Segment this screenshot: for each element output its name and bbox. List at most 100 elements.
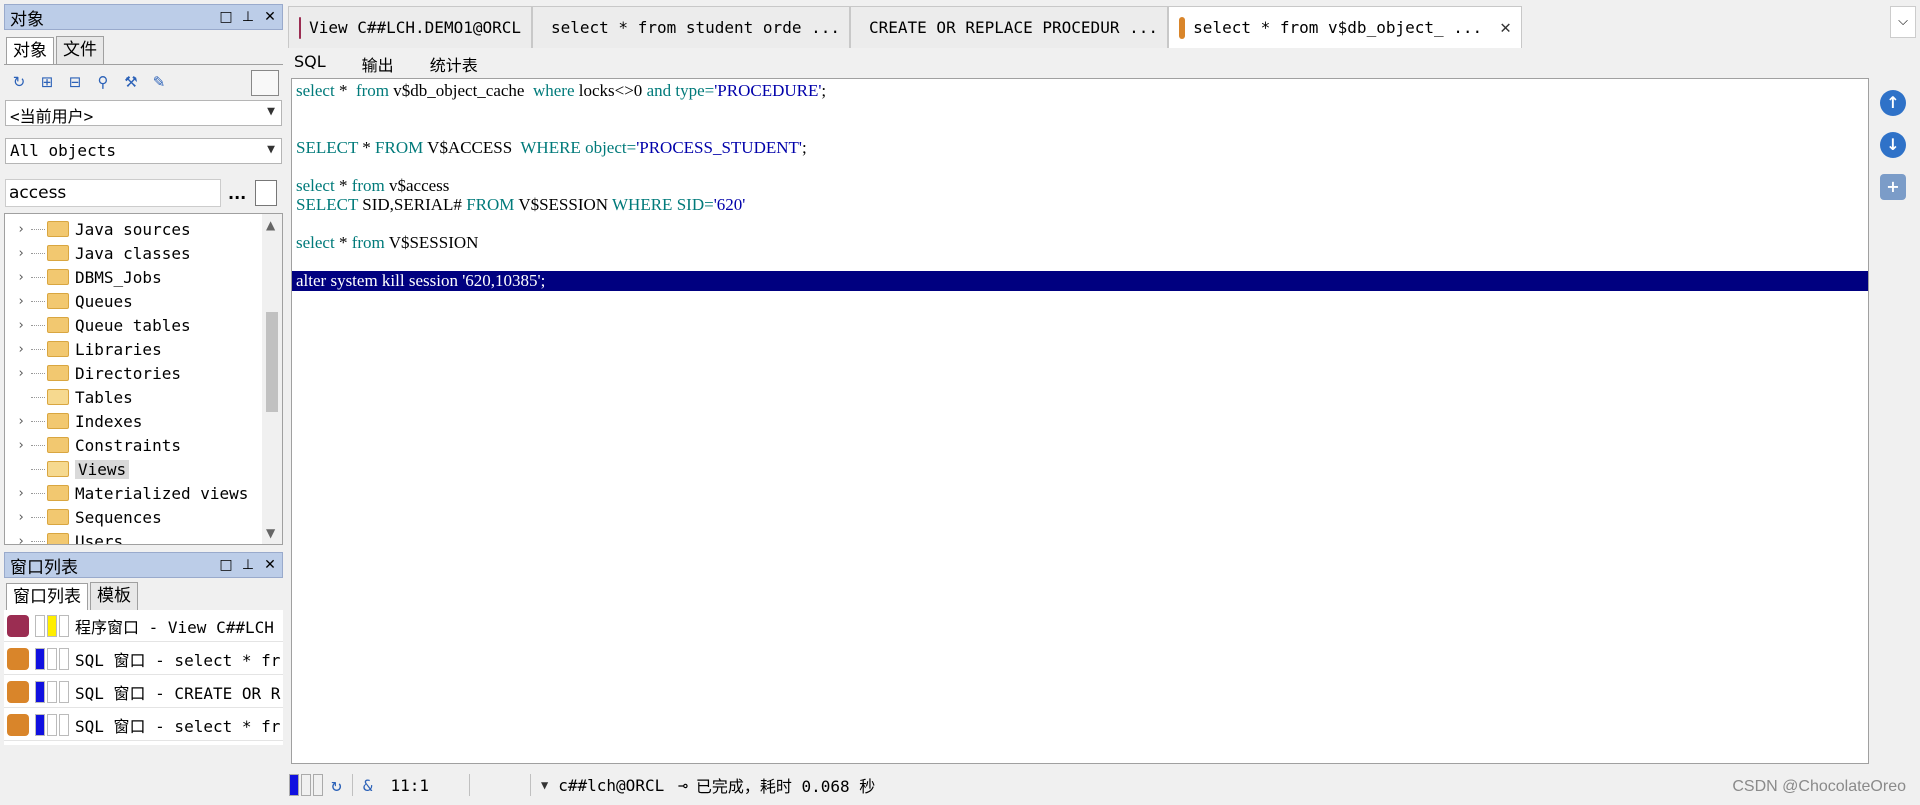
folder-icon <box>47 437 69 453</box>
tree-scrollbar[interactable]: ▲ ▼ <box>262 214 282 544</box>
toolbar-toggle-button[interactable] <box>251 70 279 96</box>
view-icon <box>299 16 302 39</box>
chevron-right-icon[interactable]: › <box>11 270 31 285</box>
tab-window-list[interactable]: 窗口列表 <box>6 583 88 611</box>
subtab-statistics[interactable]: 统计表 <box>426 50 482 76</box>
chevron-right-icon[interactable]: › <box>11 534 31 545</box>
tree-item[interactable]: › Sequences <box>5 505 162 529</box>
tree-item[interactable]: › DBMS_Jobs <box>5 265 162 289</box>
folder-icon <box>47 365 69 381</box>
tree-connector <box>31 300 45 302</box>
close-icon[interactable]: ✕ <box>261 8 279 26</box>
window-list-row[interactable]: SQL 窗口 - select * fr <box>4 643 283 675</box>
status-message: 已完成，耗时 0.068 秒 <box>695 777 876 796</box>
chevron-right-icon[interactable]: › <box>11 486 31 501</box>
tree-item[interactable]: › Indexes <box>5 409 142 433</box>
tree-item[interactable]: › Directories <box>5 361 181 385</box>
chevron-down-icon[interactable]: ▼ <box>541 778 548 792</box>
window-list-row[interactable]: 程序窗口 - View C##LCH <box>4 610 283 642</box>
tree-item[interactable]: › Materialized views <box>5 481 248 505</box>
find-icon[interactable]: ⚲ <box>92 71 114 93</box>
chevron-right-icon[interactable]: › <box>11 510 31 525</box>
editor-tab[interactable]: View C##LCH.DEMO1@ORCL <box>288 6 532 48</box>
plug-icon: ⊸ <box>678 775 688 795</box>
selected-code-line: alter system kill session '620,10385'; <box>292 271 1868 291</box>
chevron-right-icon[interactable]: › <box>11 366 31 381</box>
separator <box>469 774 471 796</box>
object-search-input[interactable]: access <box>5 179 221 207</box>
color-swatch <box>59 614 69 637</box>
object-type-select[interactable]: All objects ▼ <box>5 138 282 164</box>
subtab-output[interactable]: 输出 <box>358 50 398 76</box>
tree-item[interactable]: › Java sources <box>5 217 191 241</box>
subtab-sql[interactable]: SQL <box>290 50 330 76</box>
tree-item[interactable]: › Queue tables <box>5 313 191 337</box>
status-block <box>301 774 311 796</box>
tree-item[interactable]: › Libraries <box>5 337 162 361</box>
expand-all-icon[interactable]: ⊞ <box>36 71 58 93</box>
maximize-icon[interactable]: □ <box>217 8 235 26</box>
maximize-icon[interactable]: □ <box>217 556 235 574</box>
tab-list-dropdown[interactable]: ⌵ <box>1890 6 1916 38</box>
database-icon[interactable]: + <box>1880 174 1906 200</box>
window-list-row-label: SQL 窗口 - CREATE OR R <box>75 683 281 703</box>
tree-item[interactable]: Tables <box>5 385 133 409</box>
folder-icon <box>47 317 69 333</box>
editor-tab[interactable]: select * from student orde ... <box>532 6 850 48</box>
tree-connector <box>31 276 45 278</box>
arrow-down-icon[interactable]: ↓ <box>1880 132 1906 158</box>
tree-connector <box>31 516 45 518</box>
cursor-position: 11:1 <box>390 775 430 795</box>
tree-item[interactable]: Views <box>5 457 130 481</box>
sql-window-icon <box>7 713 29 736</box>
tree-item-label: Indexes <box>75 411 143 431</box>
scroll-down-icon[interactable]: ▼ <box>266 526 275 540</box>
window-list-row[interactable]: SQL 窗口 - CREATE OR R <box>4 676 283 708</box>
pin-icon[interactable]: ⊥ <box>239 556 257 574</box>
tab-files[interactable]: 文件 <box>56 36 104 64</box>
objects-tabs: 对象 文件 <box>6 36 106 65</box>
scrollbar-thumb[interactable] <box>266 312 278 412</box>
tab-templates[interactable]: 模板 <box>90 582 138 610</box>
tab-objects[interactable]: 对象 <box>6 37 54 65</box>
object-tree: › Java sources › Java classes › DBMS_Jobs › Que… <box>4 213 283 545</box>
refresh-icon[interactable]: ↻ <box>8 71 30 93</box>
tree-item[interactable]: › Queues <box>5 289 133 313</box>
close-icon[interactable]: ✕ <box>261 556 279 574</box>
program-window-icon <box>7 614 29 637</box>
chevron-right-icon[interactable]: › <box>11 294 31 309</box>
chevron-right-icon[interactable]: › <box>11 342 31 357</box>
pin-icon[interactable]: ⊥ <box>239 8 257 26</box>
chevron-right-icon[interactable]: › <box>11 246 31 261</box>
chevron-right-icon[interactable]: › <box>11 318 31 333</box>
editor-tab-active[interactable]: select * from v$db_object_ ... ✕ <box>1168 6 1522 48</box>
chevron-right-icon[interactable]: › <box>11 222 31 237</box>
new-document-icon[interactable] <box>255 180 277 206</box>
tree-item[interactable]: › Java classes <box>5 241 191 265</box>
close-tab-icon[interactable]: ✕ <box>1500 17 1511 38</box>
tree-item[interactable]: › Constraints <box>5 433 181 457</box>
filter-icon[interactable]: ⚒ <box>120 71 142 93</box>
tree-connector <box>31 540 45 542</box>
folder-open-icon <box>47 461 69 477</box>
window-list-row[interactable]: SQL 窗口 - select * fr <box>4 709 283 741</box>
properties-icon[interactable]: ✎ <box>148 71 170 93</box>
user-select[interactable]: <当前用户> ▼ <box>5 100 282 126</box>
ampersand-toggle[interactable]: & <box>363 776 373 795</box>
tree-item-label: Directories <box>75 363 181 383</box>
color-swatch <box>59 680 69 703</box>
connection-label[interactable]: c##lch@ORCL <box>558 776 664 795</box>
reload-icon[interactable]: ↻ <box>331 775 342 796</box>
sql-editor[interactable]: select * from v$db_object_cache where lo… <box>291 78 1869 764</box>
collapse-all-icon[interactable]: ⊟ <box>64 71 86 93</box>
tree-item[interactable]: › Users <box>5 529 123 545</box>
chevron-right-icon[interactable]: › <box>11 414 31 429</box>
search-options-button[interactable]: ... <box>228 184 246 203</box>
code-line: select * from v$access <box>296 176 450 195</box>
folder-icon <box>47 341 69 357</box>
scroll-up-icon[interactable]: ▲ <box>266 218 275 232</box>
chevron-right-icon[interactable]: › <box>11 438 31 453</box>
arrow-up-icon[interactable]: ↑ <box>1880 90 1906 116</box>
status-block <box>313 774 323 796</box>
editor-tab[interactable]: CREATE OR REPLACE PROCEDUR ... <box>850 6 1168 48</box>
